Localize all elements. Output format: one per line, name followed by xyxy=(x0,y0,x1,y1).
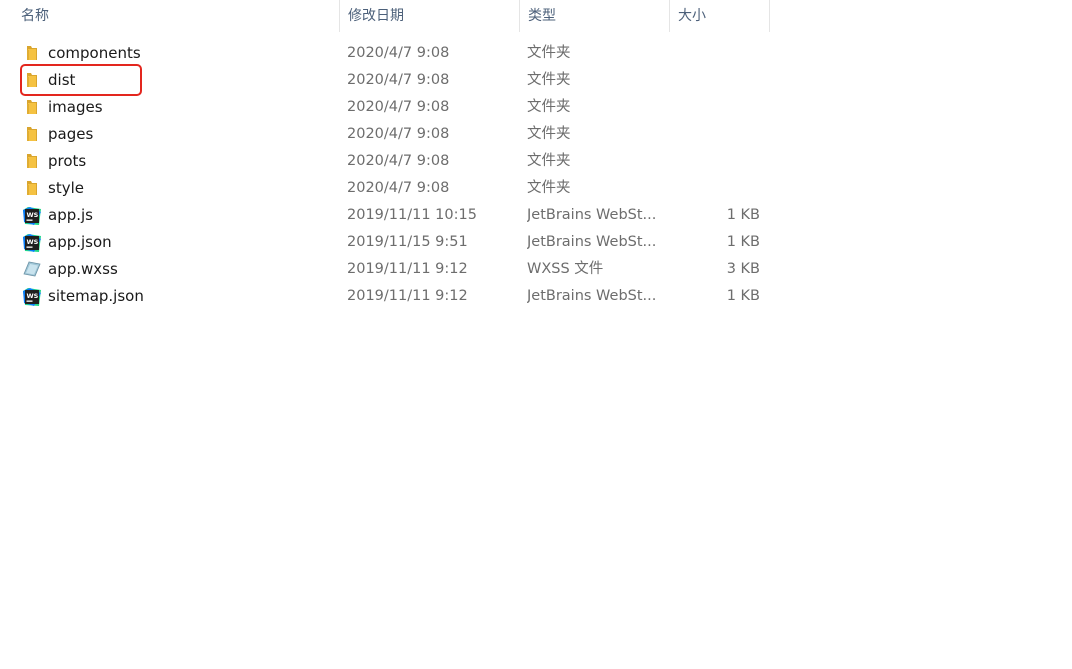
file-size xyxy=(670,94,760,121)
file-size xyxy=(670,148,760,175)
file-type: 文件夹 xyxy=(527,99,571,115)
file-row[interactable]: pages 2020/4/7 9:08 文件夹 xyxy=(0,121,1072,148)
file-size xyxy=(670,121,760,148)
file-size xyxy=(670,40,760,67)
file-name: prots xyxy=(48,152,87,170)
file-modified-date: 2019/11/11 10:15 xyxy=(347,207,477,223)
file-size: 3 KB xyxy=(726,261,760,277)
file-type: 文件夹 xyxy=(527,45,571,61)
column-header-type-label: 类型 xyxy=(528,8,556,24)
file-name: pages xyxy=(48,125,94,143)
file-modified-date: 2020/4/7 9:08 xyxy=(347,180,450,196)
file-name: sitemap.json xyxy=(48,287,144,305)
file-row[interactable]: style 2020/4/7 9:08 文件夹 xyxy=(0,175,1072,202)
file-row[interactable]: components 2020/4/7 9:08 文件夹 xyxy=(0,40,1072,67)
column-header-size[interactable]: 大小 xyxy=(670,0,770,32)
file-size: 1 KB xyxy=(726,207,760,223)
folder-icon xyxy=(22,125,42,143)
file-explorer: 名称 ^ 修改日期 类型 大小 components 2020/4/7 9:08 文… xyxy=(0,0,1072,669)
file-name: app.json xyxy=(48,233,112,251)
folder-icon xyxy=(22,179,42,197)
file-name: style xyxy=(48,179,84,197)
file-modified-date: 2020/4/7 9:08 xyxy=(347,153,450,169)
webstorm-icon: WS xyxy=(22,287,42,306)
file-modified-date: 2020/4/7 9:08 xyxy=(347,72,450,88)
file-row[interactable]: WS sitemap.json 2019/11/11 9:12 JetBrains W… xyxy=(0,283,1072,310)
webstorm-icon: WS xyxy=(22,206,42,225)
file-name: app.wxss xyxy=(48,260,118,278)
file-modified-date: 2020/4/7 9:08 xyxy=(347,45,450,61)
folder-icon xyxy=(22,152,42,170)
file-type: JetBrains WebSt... xyxy=(527,234,657,250)
file-modified-date: 2020/4/7 9:08 xyxy=(347,99,450,115)
file-modified-date: 2019/11/11 9:12 xyxy=(347,261,468,277)
file-type: JetBrains WebSt... xyxy=(527,207,657,223)
column-header-date[interactable]: 修改日期 xyxy=(340,0,520,32)
column-header-type[interactable]: 类型 xyxy=(520,0,670,32)
file-row[interactable]: dist 2020/4/7 9:08 文件夹 xyxy=(0,67,1072,94)
column-header-bar: 名称 ^ 修改日期 类型 大小 xyxy=(0,0,1072,32)
file-type: JetBrains WebSt... xyxy=(527,288,657,304)
webstorm-icon: WS xyxy=(22,233,42,252)
sort-ascending-icon: ^ xyxy=(183,0,194,8)
file-modified-date: 2019/11/11 9:12 xyxy=(347,288,468,304)
file-size: 1 KB xyxy=(726,234,760,250)
file-size xyxy=(670,175,760,202)
file-list: components 2020/4/7 9:08 文件夹 dist 2020/4/7 9… xyxy=(0,40,1072,310)
column-header-size-label: 大小 xyxy=(678,8,706,24)
file-name: components xyxy=(48,44,141,62)
file-size xyxy=(670,67,760,94)
folder-icon xyxy=(22,98,42,116)
column-header-name[interactable]: 名称 ^ xyxy=(13,0,340,32)
file-type: 文件夹 xyxy=(527,180,571,196)
column-header-name-label: 名称 xyxy=(21,8,49,24)
svg-text:WS: WS xyxy=(27,211,39,219)
file-row[interactable]: WS app.js 2019/11/11 10:15 JetBrains WebSt.… xyxy=(0,202,1072,229)
folder-icon xyxy=(22,71,42,89)
file-row[interactable]: app.wxss 2019/11/11 9:12 WXSS 文件 3 KB xyxy=(0,256,1072,283)
svg-text:WS: WS xyxy=(27,238,39,246)
file-row[interactable]: prots 2020/4/7 9:08 文件夹 xyxy=(0,148,1072,175)
file-type: WXSS 文件 xyxy=(527,261,604,277)
wxss-file-icon xyxy=(22,260,42,278)
svg-text:WS: WS xyxy=(27,292,39,300)
file-row[interactable]: images 2020/4/7 9:08 文件夹 xyxy=(0,94,1072,121)
column-header-date-label: 修改日期 xyxy=(348,8,404,24)
file-type: 文件夹 xyxy=(527,153,571,169)
file-type: 文件夹 xyxy=(527,126,571,142)
file-modified-date: 2019/11/15 9:51 xyxy=(347,234,468,250)
file-type: 文件夹 xyxy=(527,72,571,88)
file-name: images xyxy=(48,98,103,116)
file-modified-date: 2020/4/7 9:08 xyxy=(347,126,450,142)
file-name: app.js xyxy=(48,206,93,224)
folder-icon xyxy=(22,44,42,62)
file-name: dist xyxy=(48,71,76,89)
file-size: 1 KB xyxy=(726,288,760,304)
file-row[interactable]: WS app.json 2019/11/15 9:51 JetBrains WebSt… xyxy=(0,229,1072,256)
